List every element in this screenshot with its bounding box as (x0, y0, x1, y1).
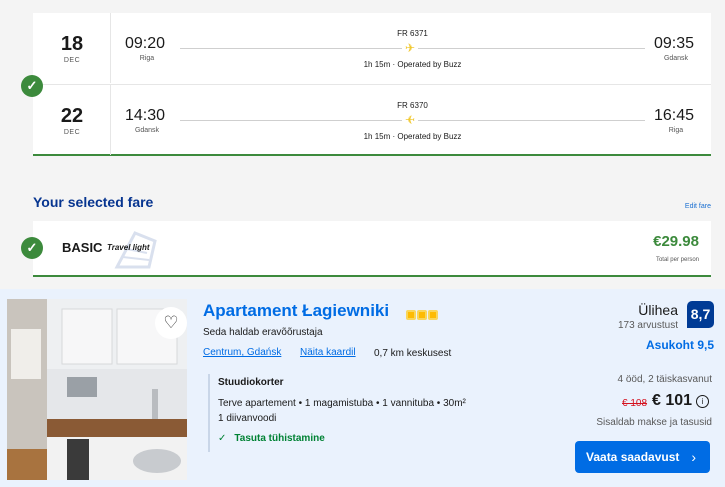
edit-fare-link[interactable]: Edit fare (685, 203, 711, 210)
location-link[interactable]: Centrum, Gdańsk (203, 347, 281, 358)
flight-day: 18 (60, 33, 84, 55)
check-icon: ✓ (21, 75, 43, 97)
departure-city: Riga (139, 55, 155, 62)
departure-time: 14:30 (125, 107, 166, 124)
taxes-note: Sisaldab makse ja tasusid (596, 417, 712, 428)
review-score-badge[interactable]: 8,7 (687, 301, 714, 328)
chevron-right-icon: › (691, 449, 696, 465)
hotel-photo[interactable]: ♡ (7, 299, 187, 480)
location-score: Asukoht 9,5 (645, 338, 714, 352)
selected-fare-card: BASIC Travel light €29.98 Total per pers… (33, 221, 711, 277)
flight-number: FR 6370 (397, 101, 428, 110)
hotel-name[interactable]: Apartament Łagiewniki (203, 301, 389, 321)
original-price: € 108 (622, 398, 648, 409)
flight-leg-outbound: 18 DEC 09:20 Riga FR 6371 ✈ 1h 15m · Ope… (33, 13, 711, 83)
room-divider (208, 374, 210, 452)
star-rating (406, 307, 439, 325)
info-icon[interactable]: i (696, 395, 709, 408)
flight-month: DEC (63, 129, 81, 136)
arrival-time: 09:35 (654, 35, 695, 52)
stay-length: 4 ööd, 2 täiskasvanut (617, 374, 712, 385)
check-icon: ✓ (21, 237, 43, 259)
flight-duration: 1h 15m · Operated by Buzz (363, 132, 462, 141)
flight-number: FR 6371 (397, 29, 428, 38)
date-column: 18 DEC (33, 13, 111, 83)
flight-duration: 1h 15m · Operated by Buzz (363, 60, 462, 69)
fare-subtitle: Travel light (107, 243, 150, 252)
fare-per-person-label: Total per person (655, 257, 699, 263)
flight-leg-return: 22 DEC 14:30 Gdansk FR 6370 ✈ 1h 15m · O… (33, 85, 711, 155)
free-cancellation: ✓ Tasuta tühistamine (218, 433, 325, 444)
check-icon: ✓ (218, 433, 227, 444)
fare-name: BASIC (62, 240, 103, 255)
departure-time: 09:20 (125, 35, 166, 52)
flight-summary-card: 18 DEC 09:20 Riga FR 6371 ✈ 1h 15m · Ope… (33, 13, 711, 156)
review-score-word: Ülihea (638, 302, 678, 318)
hotel-offer-card[interactable]: ♡ Apartament Łagiewniki Seda haldab erav… (0, 289, 725, 487)
heart-icon[interactable]: ♡ (155, 307, 187, 339)
host-info: Seda haldab eravõõrustaja (203, 327, 323, 338)
room-beds: 1 diivanvoodi (218, 413, 277, 424)
show-on-map-link[interactable]: Näita kaardil (300, 347, 356, 358)
plane-icon: ✈ (402, 113, 418, 127)
flight-day: 22 (60, 105, 84, 127)
fare-price: €29.98 (653, 233, 699, 250)
star-icon (417, 310, 427, 320)
room-description: Terve apartement • 1 magamistuba • 1 van… (218, 398, 466, 409)
fare-section-title: Your selected fare (33, 194, 154, 210)
star-icon (428, 310, 438, 320)
departure-city: Gdansk (134, 127, 160, 134)
plane-icon: ✈ (402, 41, 418, 55)
page: 18 DEC 09:20 Riga FR 6371 ✈ 1h 15m · Ope… (0, 0, 725, 487)
arrival-city: Gdansk (663, 55, 689, 62)
date-column: 22 DEC (33, 85, 111, 155)
check-availability-label: Vaata saadavust (586, 450, 680, 464)
distance-from-center: 0,7 km keskusest (374, 348, 452, 359)
flight-month: DEC (63, 57, 81, 64)
check-availability-button[interactable]: Vaata saadavust › (575, 441, 710, 473)
arrival-city: Riga (668, 127, 684, 134)
free-cancellation-label: Tasuta tühistamine (234, 433, 325, 444)
arrival-time: 16:45 (654, 107, 695, 124)
room-name: Stuudiokorter (218, 377, 284, 388)
route-line: FR 6370 ✈ 1h 15m · Operated by Buzz (180, 85, 645, 155)
star-icon (406, 310, 416, 320)
review-count: 173 arvustust (617, 320, 678, 331)
route-line: FR 6371 ✈ 1h 15m · Operated by Buzz (180, 13, 645, 83)
current-price: € 101 (652, 392, 693, 409)
